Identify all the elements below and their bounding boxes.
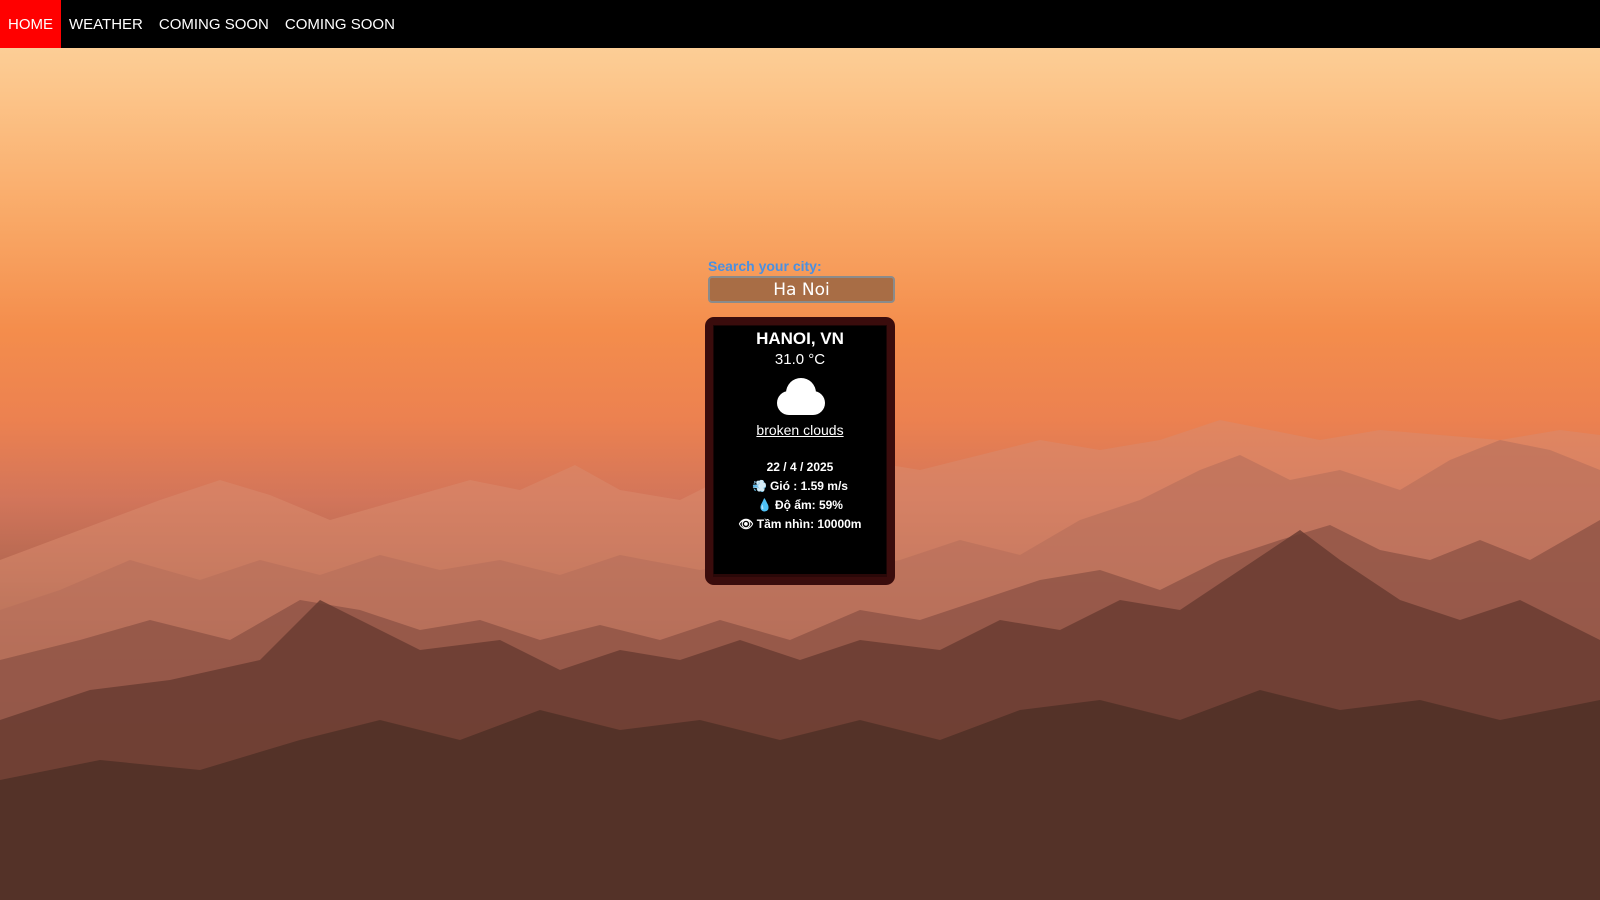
date-text: 22 / 4 / 2025 [766, 460, 834, 474]
eye-icon: 👁 [738, 517, 754, 531]
cloud-icon [777, 378, 825, 415]
city-name: HANOI, VN [756, 329, 844, 348]
nav-coming-soon-2[interactable]: COMING SOON [277, 0, 403, 48]
nav-home[interactable]: HOME [0, 0, 61, 48]
top-navbar: HOME WEATHER COMING SOON COMING SOON [0, 0, 1600, 48]
nav-weather[interactable]: WEATHER [61, 0, 151, 48]
weather-description-link[interactable]: broken clouds [756, 422, 843, 438]
droplet-icon: 💧 [757, 498, 772, 512]
wind-icon: 💨 [752, 479, 767, 493]
weather-card: HANOI, VN 31.0 °C broken clouds 22 / 4 /… [705, 317, 895, 585]
search-label: Search your city: [708, 258, 822, 274]
nav-coming-soon-1[interactable]: COMING SOON [151, 0, 277, 48]
wind-row: 💨 Gió : 1.59 m/s [713, 477, 887, 496]
humidity-text: Độ ẩm: 59% [774, 498, 843, 512]
visibility-text: Tầm nhìn: 10000m [756, 517, 862, 531]
weather-card-inner: HANOI, VN 31.0 °C broken clouds 22 / 4 /… [713, 325, 887, 577]
city-search-input[interactable] [708, 276, 895, 303]
temperature: 31.0 °C [774, 351, 826, 368]
wind-text: Gió : 1.59 m/s [769, 479, 848, 493]
humidity-row: 💧 Độ ẩm: 59% [713, 496, 887, 515]
city-search: Search your city: [708, 258, 896, 303]
visibility-row: 👁 Tầm nhìn: 10000m [713, 515, 887, 534]
weather-details: 22 / 4 / 2025 💨 Gió : 1.59 m/s 💧 Độ ẩm: 59… [713, 458, 887, 534]
